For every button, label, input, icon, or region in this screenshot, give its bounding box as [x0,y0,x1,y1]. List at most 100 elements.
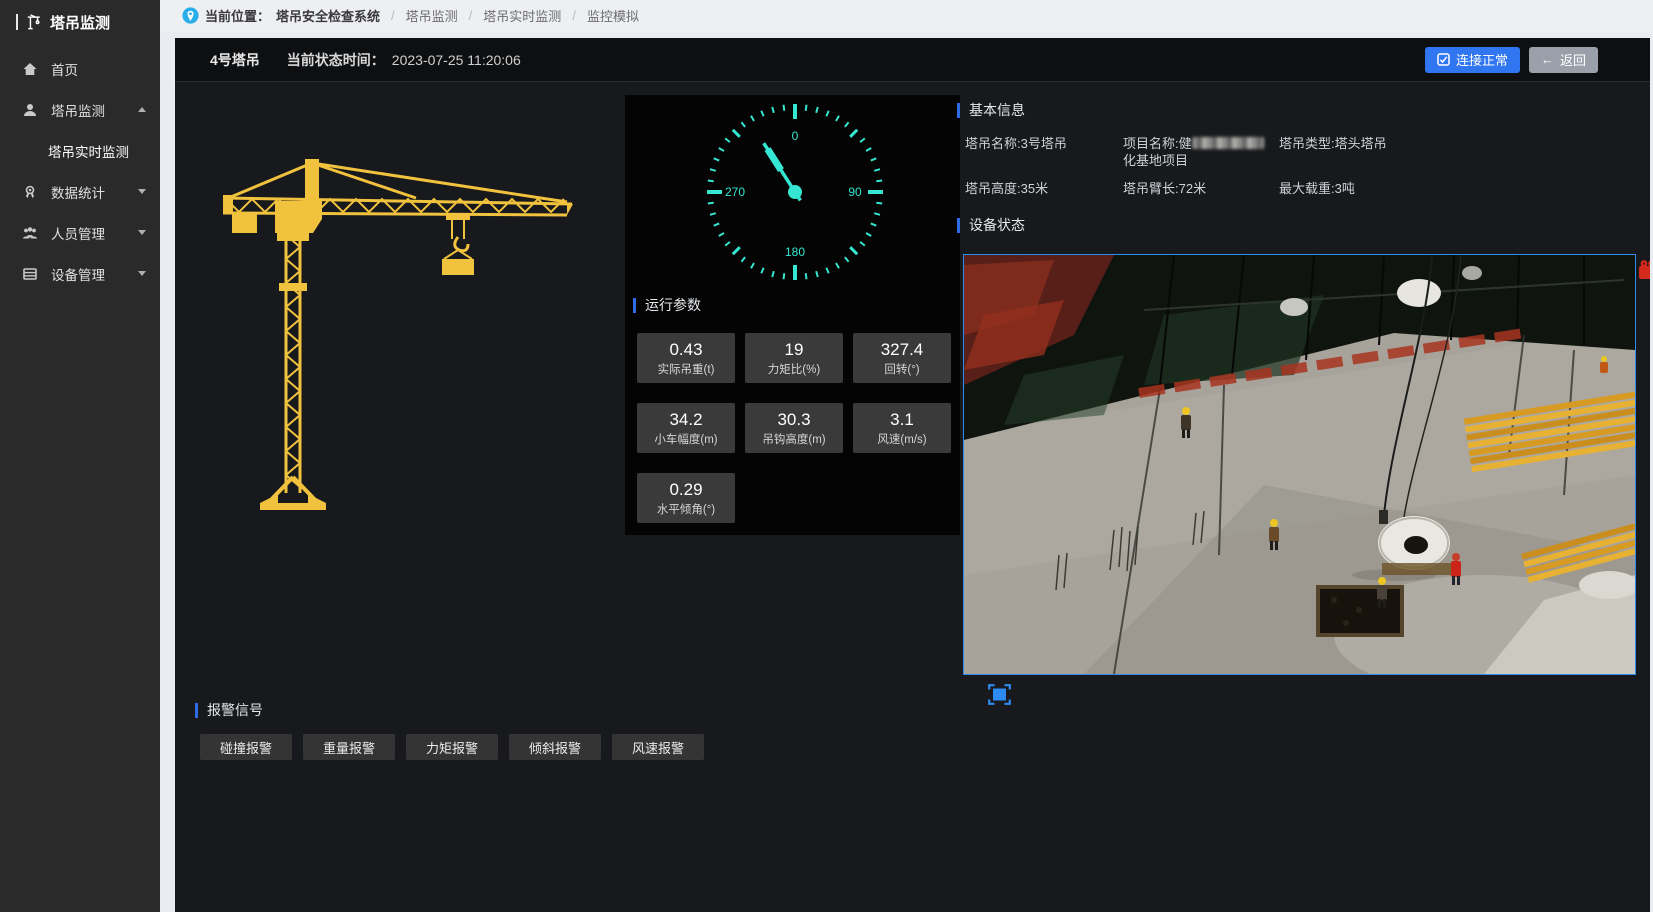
breadcrumb-item[interactable]: 塔吊实时监测 [483,6,561,25]
crane-counterweight [232,213,257,233]
alarm-tilt-button[interactable]: 倾斜报警 [509,734,601,760]
sidebar-item-personnel[interactable]: 人员管理 [0,212,160,253]
alarm-moment-button[interactable]: 力矩报警 [406,734,498,760]
crane-hook-and-load [442,213,474,275]
device-status-title: 设备状态 [957,215,1025,235]
param-label: 风速(m/s) [877,431,926,447]
app-logo: 塔吊监测 [0,0,160,44]
breadcrumb-prefix: 当前位置： [205,6,270,25]
breadcrumb-separator: / [572,8,576,23]
sidebar-item-label: 首页 [51,59,78,79]
back-button[interactable]: ← 返回 [1529,47,1598,73]
sidebar-item-devices[interactable]: 设备管理 [0,253,160,294]
breadcrumb-separator: / [391,8,395,23]
param-label: 实际吊重(t) [658,361,715,377]
field-crane-type: 塔吊类型:塔头塔吊 [1279,135,1387,152]
chevron-down-icon [138,271,146,276]
param-tile: 0.29 水平倾角(°) [637,473,735,523]
rotation-compass-gauge: 0 90 180 270 [625,95,960,291]
param-value: 0.29 [669,480,702,500]
section-accent-bar [957,218,960,233]
param-value: 34.2 [669,410,702,430]
alarm-collision-button[interactable]: 碰撞报警 [200,734,292,760]
run-params-title: 运行参数 [633,295,701,315]
param-value: 3.1 [890,410,914,430]
param-label: 水平倾角(°) [657,501,715,517]
run-params-tiles: 0.43 实际吊重(t) 19 力矩比(%) 327.4 回转(°) 34.2 … [637,333,951,523]
breadcrumb-root[interactable]: 塔吊安全检查系统 [276,6,380,25]
connect-status-button[interactable]: 连接正常 [1425,47,1520,73]
tower-crane-illustration [220,155,580,515]
connect-status-label: 连接正常 [1456,50,1508,69]
breadcrumb-item[interactable]: 监控模拟 [587,6,639,25]
redacted-text [1192,137,1264,149]
status-time-label: 当前状态时间： [287,50,385,70]
chevron-down-icon [138,189,146,194]
breadcrumb-item[interactable]: 塔吊监测 [406,6,458,25]
home-icon [22,61,38,77]
back-arrow-icon: ← [1541,53,1554,66]
param-label: 小车幅度(m) [654,431,717,447]
sidebar-item-label: 设备管理 [51,264,105,284]
camera-icon [1638,259,1650,288]
sidebar-item-data-stats[interactable]: 数据统计 [0,171,160,212]
param-value: 0.43 [669,340,702,360]
param-value: 327.4 [881,340,924,360]
crane-logo-icon [26,14,42,30]
user-icon [22,102,38,118]
field-arm-length: 塔吊臂长:72米 [1123,180,1206,197]
param-value: 19 [785,340,804,360]
status-topbar: 4号塔吊 当前状态时间： 2023-07-25 11:20:06 连接正常 ← … [175,38,1650,82]
logo-title: 塔吊监测 [50,12,110,33]
section-title-text: 基本信息 [969,100,1025,120]
param-tile: 30.3 吊钩高度(m) [745,403,843,453]
gauge-panel: 0 90 180 270 运行参数 0.43 实际吊重(t) 19 [625,95,960,535]
compass-label-0: 0 [792,129,799,143]
param-tile: 327.4 回转(°) [853,333,951,383]
sidebar-item-crane-monitor[interactable]: 塔吊监测 [0,89,160,130]
project-name-prefix: 项目名称:健 [1123,136,1192,151]
sidebar-item-label: 塔吊实时监测 [48,141,129,161]
sidebar-item-home[interactable]: 首页 [0,48,160,89]
breadcrumb: 当前位置： 塔吊安全检查系统 / 塔吊监测 / 塔吊实时监测 / 监控模拟 [160,0,1653,31]
people-icon [22,225,38,241]
param-value: 30.3 [777,410,810,430]
section-title-text: 运行参数 [645,295,701,315]
chevron-down-icon [138,230,146,235]
sidebar-item-label: 塔吊监测 [51,100,105,120]
back-label: 返回 [1560,50,1586,69]
field-crane-height: 塔吊高度:35米 [965,180,1048,197]
section-accent-bar [195,703,198,718]
checkbox-icon [1437,53,1450,66]
param-tile: 3.1 风速(m/s) [853,403,951,453]
sidebar-item-label: 人员管理 [51,223,105,243]
field-crane-name: 塔吊名称:3号塔吊 [965,135,1067,152]
alarm-signals-title: 报警信号 [195,700,263,720]
main-panel: 4号塔吊 当前状态时间： 2023-07-25 11:20:06 连接正常 ← … [175,38,1650,912]
capture-frame-icon[interactable] [988,684,1011,710]
crane-cab [275,201,322,233]
chevron-up-icon [138,107,146,112]
alarm-wind-button[interactable]: 风速报警 [612,734,704,760]
crane-title: 4号塔吊 [210,50,260,70]
logo-divider [16,14,18,30]
section-title-text: 报警信号 [207,700,263,720]
param-label: 力矩比(%) [768,361,820,377]
sidebar-item-crane-realtime[interactable]: 塔吊实时监测 [0,130,160,171]
alarm-weight-button[interactable]: 重量报警 [303,734,395,760]
field-project-name: 项目名称:健 化基地项目 [1123,135,1293,169]
section-title-text: 设备状态 [969,215,1025,235]
compass-needle [758,139,806,204]
field-max-load: 最大载重:3吨 [1279,180,1355,197]
sidebar-menu: 首页 塔吊监测 塔吊实时监测 数据统计 [0,48,160,294]
device-icon [22,266,38,282]
section-accent-bar [633,298,636,313]
sidebar: 塔吊监测 首页 塔吊监测 塔吊实时监测 [0,0,160,912]
location-pin-icon [182,7,199,24]
param-tile: 19 力矩比(%) [745,333,843,383]
compass-label-270: 270 [725,185,745,199]
alarm-buttons-row: 碰撞报警 重量报警 力矩报警 倾斜报警 风速报警 [200,734,704,760]
site-camera-feed [963,254,1636,675]
badge-icon [22,184,38,200]
crane-tower-head [305,159,319,201]
